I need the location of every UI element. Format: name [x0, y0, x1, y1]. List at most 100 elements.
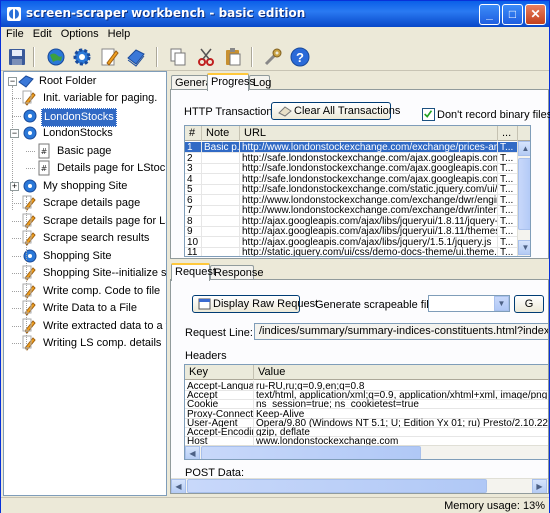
help-icon[interactable]: ?	[289, 46, 311, 68]
dont-record-binary-checkbox[interactable]	[422, 108, 435, 121]
script-icon	[22, 318, 36, 334]
close-button[interactable]: ✕	[525, 4, 546, 25]
expand-toggle[interactable]: +	[10, 181, 19, 191]
table-cell: 1	[185, 142, 202, 153]
settings-wrench-icon[interactable]	[262, 46, 284, 68]
tree-line	[12, 273, 21, 274]
generate-button[interactable]: G	[514, 295, 544, 313]
copy-icon[interactable]	[167, 46, 189, 68]
transactions-vertical-scrollbar[interactable]: ▲ ▼	[517, 141, 530, 256]
gear-icon[interactable]	[71, 46, 93, 68]
tree-item-label: Scrape details page for LStock	[43, 214, 166, 227]
column-header-value[interactable]: Value	[254, 365, 548, 380]
chevron-down-icon[interactable]: ▼	[494, 296, 509, 311]
request-panel-horizontal-scrollbar[interactable]: ◀ ▶	[171, 478, 548, 493]
eraser-icon	[278, 106, 292, 117]
memory-usage-text: Memory usage: 13%	[444, 500, 545, 512]
tree-line	[12, 203, 21, 204]
svg-text:#: #	[41, 164, 48, 173]
scroll-thumb[interactable]	[518, 158, 530, 230]
table-row[interactable]: 3 http://safe.londonstockexchange.com/aja…	[185, 163, 530, 174]
svg-text:?: ?	[296, 50, 304, 65]
table-cell: T...	[498, 163, 518, 174]
table-row[interactable]: 8 http://ajax.googleapis.com/ajax/libs/jq…	[185, 215, 530, 227]
table-cell: 2	[185, 152, 202, 164]
table-row[interactable]: 11 http://static.jquery.com/ui/css/demo-d…	[185, 247, 530, 256]
scroll-right-arrow[interactable]: ▶	[532, 479, 547, 493]
table-cell	[202, 247, 240, 256]
table-cell	[202, 152, 240, 164]
tree-line	[26, 196, 27, 350]
tab-response[interactable]: Response	[210, 265, 264, 280]
menu-file[interactable]: File	[1, 27, 28, 40]
table-cell: http://www.londonstockexchange.com/excha…	[240, 194, 498, 206]
request-line-field[interactable]: /indices/summary/summary-indices-constit…	[254, 323, 548, 340]
table-row[interactable]: 1Basic p...http://www.londonstockexchang…	[185, 142, 530, 153]
column-header-number[interactable]: #	[185, 126, 202, 141]
paste-icon[interactable]	[222, 46, 244, 68]
title-bar[interactable]: screen-scraper workbench - basic edition…	[1, 1, 549, 27]
table-row[interactable]: 6 http://www.londonstockexchange.com/exch…	[185, 194, 530, 206]
maximize-button[interactable]: □	[502, 4, 523, 25]
menu-options[interactable]: Options	[56, 27, 103, 40]
table-cell: http://safe.londonstockexchange.com/stat…	[240, 184, 498, 195]
scraping-session-icon	[23, 126, 37, 140]
table-cell	[202, 163, 240, 174]
tab-progress[interactable]: Progress	[207, 73, 255, 91]
checkmark-icon	[424, 110, 433, 118]
horizontal-scroll-thumb[interactable]	[201, 446, 421, 459]
scraping-session-icon	[23, 179, 37, 192]
project-tree[interactable]: − Root Folder Init. variable for paging.…	[3, 71, 167, 496]
app-window: screen-scraper workbench - basic edition…	[0, 0, 550, 513]
display-raw-request-button[interactable]: Display Raw Request	[192, 295, 318, 313]
headers-table-header: Key Value	[185, 365, 548, 380]
clear-all-transactions-button[interactable]: Clear All Transactions	[271, 102, 400, 120]
tree-line	[12, 290, 21, 292]
collapse-toggle[interactable]: −	[10, 129, 19, 138]
table-cell	[202, 194, 240, 206]
table-cell	[202, 184, 240, 195]
table-cell: http://ajax.googleapis.com/ajax/libs/jqu…	[240, 215, 498, 227]
table-row[interactable]: 10 http://ajax.googleapis.com/ajax/libs/j…	[185, 236, 530, 248]
scroll-down-arrow[interactable]: ▼	[518, 240, 530, 255]
script-icon	[22, 300, 36, 316]
table-cell: T...	[498, 173, 518, 185]
edit-script-icon[interactable]	[98, 46, 120, 68]
column-header-url[interactable]: URL	[240, 126, 498, 141]
transactions-table[interactable]: # Note URL ... 1Basic p...http://www.lon…	[184, 125, 531, 257]
table-cell: T...	[498, 194, 518, 206]
cut-icon[interactable]	[195, 46, 217, 68]
scroll-left-arrow[interactable]: ◀	[185, 446, 200, 459]
script-icon	[22, 283, 36, 299]
collapse-toggle[interactable]: −	[8, 77, 17, 86]
column-header-key[interactable]: Key	[185, 365, 254, 380]
save-icon[interactable]	[6, 46, 28, 68]
status-bar: Memory usage: 13%	[1, 497, 549, 513]
top-tabbar: General Progress Log	[170, 73, 549, 91]
headers-table[interactable]: Key Value Accept-Languageru-RU,ru;q=0.9,…	[184, 364, 548, 460]
table-row[interactable]: 4 http://safe.londonstockexchange.com/aja…	[185, 173, 530, 185]
generate-scrapeable-select[interactable]: ▼	[428, 295, 510, 312]
table-cell: T...	[498, 142, 518, 153]
column-header-note[interactable]: Note	[202, 126, 240, 141]
minimize-button[interactable]: _	[479, 4, 500, 25]
table-row[interactable]: 9 http://ajax.googleapis.com/ajax/libs/jq…	[185, 226, 530, 237]
request-line-label: Request Line:	[185, 327, 253, 339]
tree-item-label: Writing LS comp. details	[43, 337, 162, 349]
tree-item-label: Basic page	[57, 144, 112, 157]
scroll-left-arrow[interactable]: ◀	[171, 479, 186, 493]
tab-general[interactable]: General	[171, 75, 214, 90]
table-row[interactable]: 5 http://safe.londonstockexchange.com/sta…	[185, 184, 530, 195]
horizontal-scroll-thumb[interactable]	[187, 479, 487, 493]
menu-edit[interactable]: Edit	[28, 27, 56, 40]
tab-request[interactable]: Request	[171, 263, 216, 281]
scraping-session-icon[interactable]	[125, 46, 147, 68]
globe-icon[interactable]	[45, 46, 67, 68]
table-row[interactable]: 7 http://www.londonstockexchange.com/exch…	[185, 205, 530, 216]
headers-horizontal-scrollbar[interactable]: ◀	[185, 445, 548, 459]
table-header: # Note URL ...	[185, 126, 530, 141]
column-header-more[interactable]: ...	[498, 126, 518, 141]
menu-help[interactable]: Help	[103, 27, 135, 40]
scroll-up-arrow[interactable]: ▲	[518, 141, 530, 156]
table-row[interactable]: 2 http://safe.londonstockexchange.com/aja…	[185, 152, 530, 164]
